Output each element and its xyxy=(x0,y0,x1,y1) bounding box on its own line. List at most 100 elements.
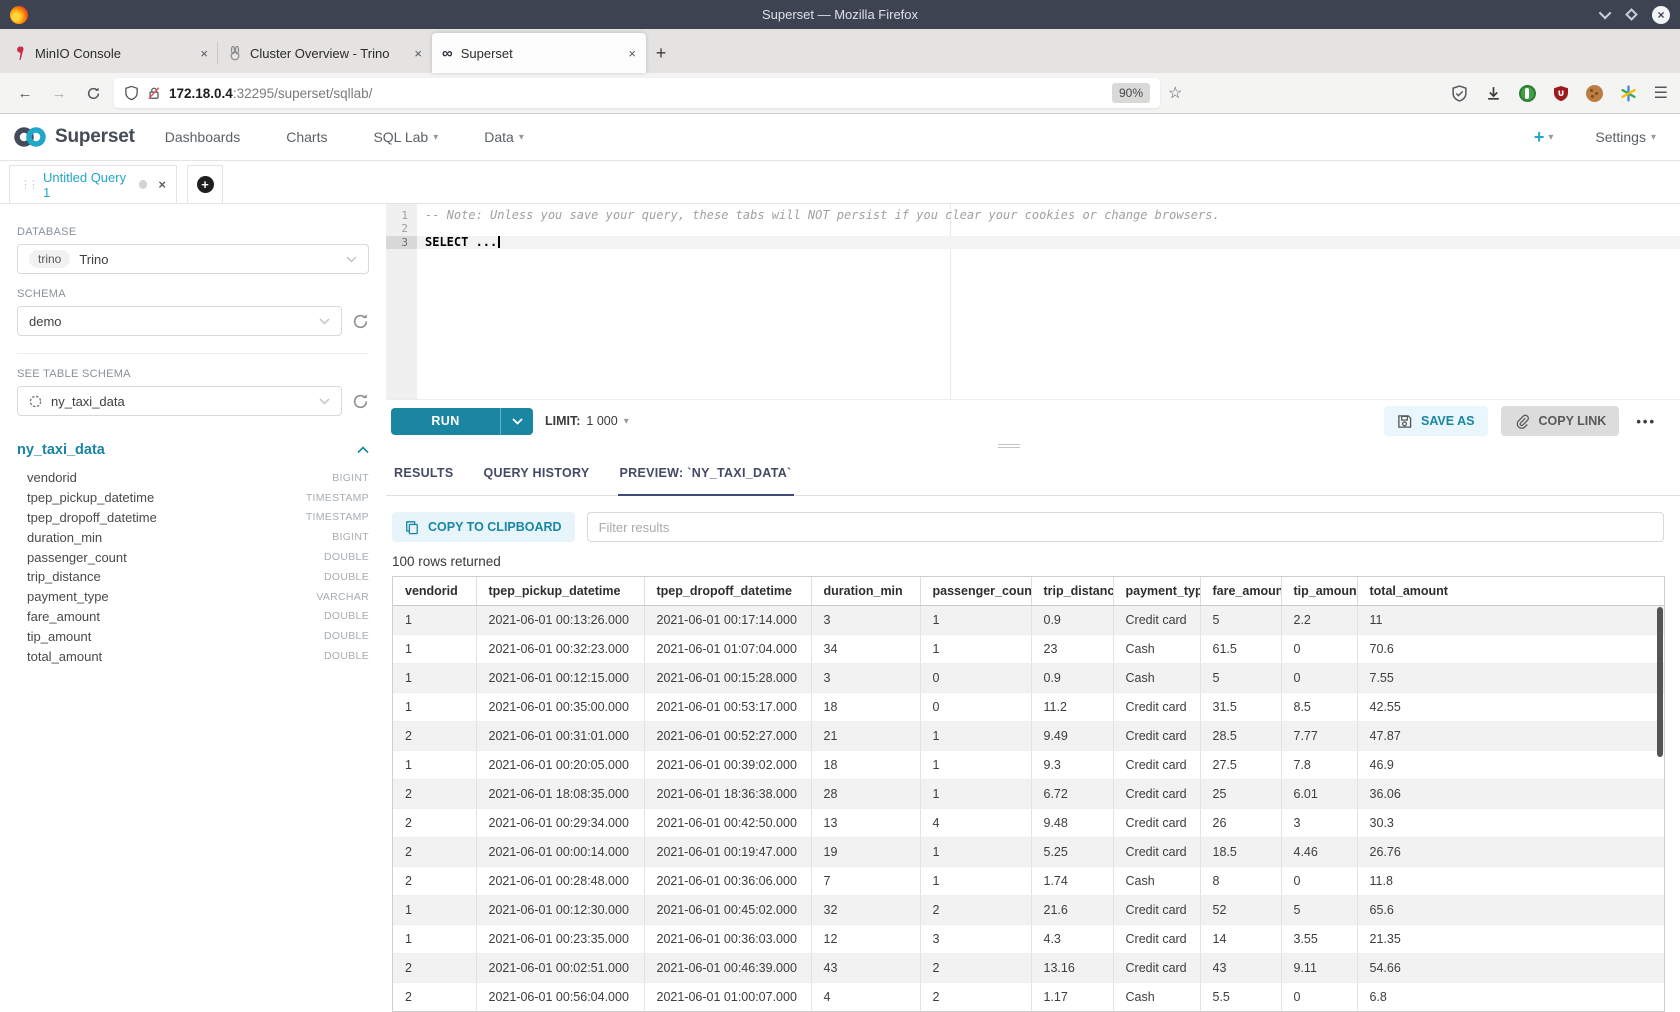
extension-green-icon[interactable] xyxy=(1519,85,1536,102)
pane-splitter[interactable] xyxy=(386,442,1680,450)
splitter-grip-icon[interactable] xyxy=(998,444,1020,450)
table-row[interactable]: 12021-06-01 00:32:23.0002021-06-01 01:07… xyxy=(393,634,1664,663)
limit-dropdown[interactable]: LIMIT: 1 000 ▾ xyxy=(545,414,629,428)
cookie-icon[interactable] xyxy=(1586,85,1603,102)
table-cell: 2021-06-01 00:19:47.000 xyxy=(644,837,811,866)
window-maximize-icon[interactable] xyxy=(1625,8,1638,21)
table-cell: 2021-06-01 00:28:48.000 xyxy=(476,866,644,895)
url-field[interactable]: 172.18.0.4:32295/superset/sqllab/ 90% xyxy=(114,78,1160,108)
table-row[interactable]: 12021-06-01 00:23:35.0002021-06-01 00:36… xyxy=(393,924,1664,953)
table-row[interactable]: 12021-06-01 00:12:30.0002021-06-01 00:45… xyxy=(393,895,1664,924)
collapse-chevron-up-icon[interactable] xyxy=(357,446,369,454)
schema-column-row[interactable]: tpep_dropoff_datetimeTIMESTAMP xyxy=(17,508,369,528)
results-tab-1[interactable]: QUERY HISTORY xyxy=(482,466,592,496)
copy-link-button[interactable]: COPY LINK xyxy=(1501,406,1620,436)
schema-column-row[interactable]: vendoridBIGINT xyxy=(17,468,369,488)
add-query-tab-button[interactable]: + xyxy=(187,165,223,203)
nav-item-sql-lab[interactable]: SQL Lab▾ xyxy=(373,129,438,145)
tab-close-icon[interactable]: × xyxy=(200,46,208,61)
page-zoom-badge[interactable]: 90% xyxy=(1112,83,1150,103)
browser-tab-minio[interactable]: MinIO Console × xyxy=(4,33,218,73)
table-row[interactable]: 22021-06-01 00:31:01.0002021-06-01 00:52… xyxy=(393,721,1664,750)
save-as-button[interactable]: SAVE AS xyxy=(1384,406,1488,436)
superset-brand[interactable]: Superset xyxy=(12,125,135,149)
copy-to-clipboard-button[interactable]: COPY TO CLIPBOARD xyxy=(392,512,575,542)
table-row[interactable]: 22021-06-01 00:28:48.0002021-06-01 00:36… xyxy=(393,866,1664,895)
nav-item-data[interactable]: Data▾ xyxy=(484,129,524,145)
schema-column-row[interactable]: passenger_countDOUBLE xyxy=(17,547,369,567)
table-cell: 11.8 xyxy=(1357,866,1664,895)
schema-column-row[interactable]: tpep_pickup_datetimeTIMESTAMP xyxy=(17,488,369,508)
browser-tab-superset[interactable]: ∞ Superset × xyxy=(432,33,646,73)
table-row[interactable]: 12021-06-01 00:20:05.0002021-06-01 00:39… xyxy=(393,750,1664,779)
schema-column-row[interactable]: fare_amountDOUBLE xyxy=(17,607,369,627)
back-icon[interactable]: ← xyxy=(12,85,38,102)
table-row[interactable]: 12021-06-01 00:13:26.0002021-06-01 00:17… xyxy=(393,605,1664,634)
table-row[interactable]: 22021-06-01 00:00:14.0002021-06-01 00:19… xyxy=(393,837,1664,866)
column-header[interactable]: payment_type xyxy=(1113,577,1200,605)
table-row[interactable]: 22021-06-01 18:08:35.0002021-06-01 18:36… xyxy=(393,779,1664,808)
extension-asterisk-icon[interactable] xyxy=(1620,85,1637,102)
schema-column-row[interactable]: total_amountDOUBLE xyxy=(17,646,369,666)
caret-down-icon: ▾ xyxy=(624,416,629,427)
tracking-shield-icon[interactable] xyxy=(124,85,139,101)
table-icon xyxy=(29,395,42,408)
menu-hamburger-icon[interactable]: ☰ xyxy=(1654,83,1668,103)
schema-select[interactable]: demo xyxy=(17,306,342,336)
table-select[interactable]: ny_taxi_data xyxy=(17,386,342,416)
table-row[interactable]: 12021-06-01 00:35:00.0002021-06-01 00:53… xyxy=(393,692,1664,721)
table-cell: 2 xyxy=(920,953,1031,982)
browser-tab-trino[interactable]: Cluster Overview - Trino × xyxy=(218,33,432,73)
table-row[interactable]: 22021-06-01 00:29:34.0002021-06-01 00:42… xyxy=(393,808,1664,837)
run-options-chevron[interactable] xyxy=(500,408,533,435)
table-row[interactable]: 12021-06-01 00:12:15.0002021-06-01 00:15… xyxy=(393,663,1664,692)
new-item-menu[interactable]: + ▾ xyxy=(1534,128,1554,146)
forward-icon[interactable]: → xyxy=(46,85,72,102)
schema-column-row[interactable]: tip_amountDOUBLE xyxy=(17,626,369,646)
column-header[interactable]: passenger_count xyxy=(920,577,1031,605)
filter-results-input[interactable] xyxy=(587,512,1664,542)
column-header[interactable]: trip_distance xyxy=(1031,577,1113,605)
table-cell: 23 xyxy=(1031,634,1113,663)
table-vertical-scrollbar[interactable] xyxy=(1657,607,1663,757)
column-header[interactable]: duration_min xyxy=(811,577,920,605)
schema-column-row[interactable]: trip_distanceDOUBLE xyxy=(17,567,369,587)
results-tab-2[interactable]: PREVIEW: `NY_TAXI_DATA` xyxy=(618,466,794,496)
column-header[interactable]: tpep_pickup_datetime xyxy=(476,577,644,605)
ublock-icon[interactable] xyxy=(1553,85,1569,102)
reload-icon[interactable] xyxy=(80,86,106,101)
insecure-lock-icon[interactable] xyxy=(147,85,161,101)
table-row[interactable]: 22021-06-01 00:02:51.0002021-06-01 00:46… xyxy=(393,953,1664,982)
refresh-table-icon[interactable] xyxy=(352,393,369,410)
column-header[interactable]: fare_amount xyxy=(1200,577,1281,605)
table-cell: 21 xyxy=(811,721,920,750)
schema-column-row[interactable]: payment_typeVARCHAR xyxy=(17,587,369,607)
query-tab[interactable]: ⋮⋮ Untitled Query 1 × xyxy=(9,165,177,203)
nav-item-charts[interactable]: Charts xyxy=(286,129,327,145)
refresh-schema-icon[interactable] xyxy=(352,313,369,330)
chevron-down-icon xyxy=(319,398,330,405)
table-schema-title[interactable]: ny_taxi_data xyxy=(17,442,105,458)
database-select[interactable]: trino Trino xyxy=(17,244,369,274)
sql-editor[interactable]: 1 -- Note: Unless you save your query, t… xyxy=(386,204,1680,399)
column-header[interactable]: total_amount xyxy=(1357,577,1664,605)
settings-menu[interactable]: Settings▾ xyxy=(1595,129,1656,145)
bookmark-star-icon[interactable]: ☆ xyxy=(1168,83,1182,103)
query-tab-close-icon[interactable]: × xyxy=(158,177,166,192)
download-icon[interactable] xyxy=(1485,85,1502,102)
window-close-icon[interactable]: × xyxy=(1652,6,1670,24)
more-options-icon[interactable]: ••• xyxy=(1636,414,1656,429)
tab-close-icon[interactable]: × xyxy=(414,46,422,61)
new-tab-button[interactable]: + xyxy=(646,33,676,73)
nav-item-dashboards[interactable]: Dashboards xyxy=(165,129,241,145)
column-header[interactable]: vendorid xyxy=(393,577,476,605)
run-query-button[interactable]: RUN xyxy=(391,408,533,435)
schema-column-row[interactable]: duration_minBIGINT xyxy=(17,527,369,547)
tab-close-icon[interactable]: × xyxy=(628,46,636,61)
results-tab-0[interactable]: RESULTS xyxy=(392,466,456,496)
extension-shield-icon[interactable] xyxy=(1451,85,1468,102)
column-header[interactable]: tpep_dropoff_datetime xyxy=(644,577,811,605)
table-row[interactable]: 22021-06-01 00:56:04.0002021-06-01 01:00… xyxy=(393,982,1664,1011)
column-header[interactable]: tip_amount xyxy=(1281,577,1357,605)
drag-grip-icon[interactable]: ⋮⋮ xyxy=(20,178,36,191)
